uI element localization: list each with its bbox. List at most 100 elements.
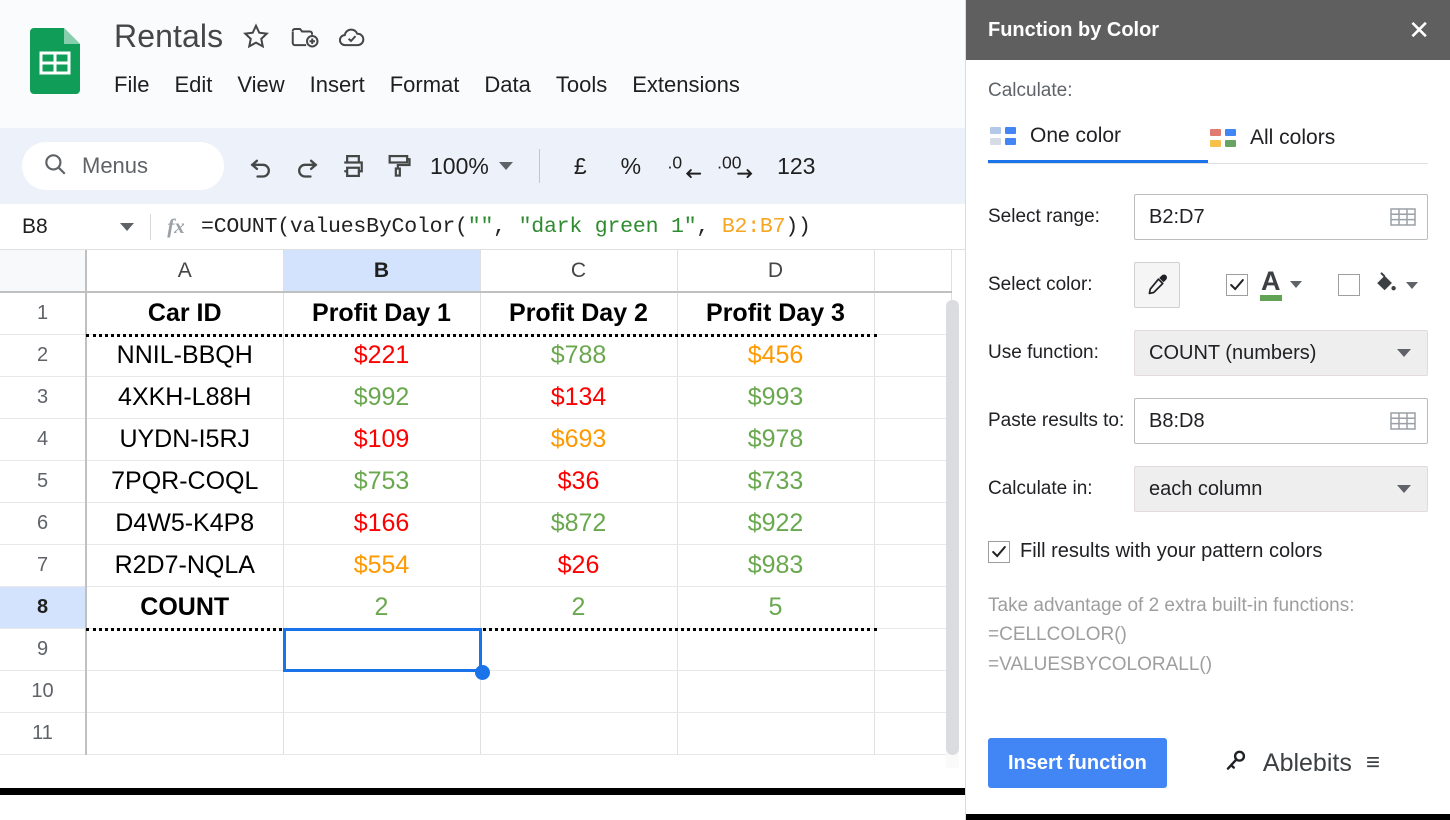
fill-color-checkbox[interactable]	[1337, 274, 1360, 296]
fill-results-checkbox[interactable]	[988, 540, 1010, 563]
select-range-input[interactable]: B2:D7	[1134, 194, 1428, 240]
fill-results-row[interactable]: Fill results with your pattern colors	[988, 540, 1428, 563]
percent-format-button[interactable]: %	[603, 153, 659, 180]
column-header-d[interactable]: D	[677, 250, 875, 293]
font-color-button[interactable]: A	[1260, 267, 1302, 302]
search-menus-input[interactable]: Menus	[22, 142, 224, 190]
print-icon[interactable]	[330, 143, 376, 189]
chevron-down-icon[interactable]	[1289, 281, 1302, 289]
menu-item-tools[interactable]: Tools	[556, 72, 607, 98]
column-header-a[interactable]: A	[86, 250, 284, 293]
cell-d8[interactable]: 5	[677, 586, 875, 629]
cell-b6[interactable]: $166	[283, 502, 481, 545]
cell-a8[interactable]: COUNT	[86, 586, 284, 629]
column-header-c[interactable]: C	[480, 250, 678, 293]
chevron-down-icon[interactable]	[1405, 281, 1418, 289]
decrease-decimal-button[interactable]: .0	[659, 143, 711, 189]
row-header-7[interactable]: 7	[0, 544, 87, 587]
cell-e7[interactable]	[874, 544, 952, 587]
row-header-2[interactable]: 2	[0, 334, 87, 377]
cell-c9[interactable]	[480, 628, 678, 671]
column-header-e[interactable]	[874, 250, 952, 293]
eyedropper-icon[interactable]	[1134, 262, 1180, 308]
move-to-folder-icon[interactable]	[289, 22, 319, 52]
fill-handle[interactable]	[475, 665, 490, 680]
cell-b7[interactable]: $554	[283, 544, 481, 587]
paste-results-input[interactable]: B8:D8	[1134, 398, 1428, 444]
cell-a7[interactable]: R2D7-NQLA	[86, 544, 284, 587]
row-header-10[interactable]: 10	[0, 670, 87, 713]
zoom-selector[interactable]: 100%	[422, 153, 521, 180]
cell-a5[interactable]: 7PQR-COQL	[86, 460, 284, 503]
column-header-b[interactable]: B	[283, 250, 481, 293]
cell-a4[interactable]: UYDN-I5RJ	[86, 418, 284, 461]
row-header-1[interactable]: 1	[0, 292, 87, 335]
cell-b2[interactable]: $221	[283, 334, 481, 377]
currency-format-button[interactable]: £	[558, 153, 603, 180]
increase-decimal-button[interactable]: .00	[711, 143, 763, 189]
cell-e2[interactable]	[874, 334, 952, 377]
cell-e1[interactable]	[874, 292, 952, 335]
font-color-checkbox[interactable]	[1226, 274, 1248, 296]
tab-one-color[interactable]: One color	[988, 118, 1208, 164]
cell-c6[interactable]: $872	[480, 502, 678, 545]
formula-input[interactable]: =COUNT(valuesByColor("", "dark green 1",…	[201, 215, 811, 239]
cell-e8[interactable]	[874, 586, 952, 629]
row-header-8[interactable]: 8	[0, 586, 87, 629]
menu-item-edit[interactable]: Edit	[174, 72, 212, 98]
cell-a10[interactable]	[86, 670, 284, 713]
paint-format-icon[interactable]	[376, 143, 422, 189]
cell-b5[interactable]: $753	[283, 460, 481, 503]
vertical-scrollbar[interactable]	[946, 300, 959, 768]
use-function-select[interactable]: COUNT (numbers)	[1134, 330, 1428, 376]
saved-to-drive-icon[interactable]	[337, 22, 367, 52]
menu-item-data[interactable]: Data	[484, 72, 530, 98]
cell-c3[interactable]: $134	[480, 376, 678, 419]
cell-c7[interactable]: $26	[480, 544, 678, 587]
cell-a3[interactable]: 4XKH-L88H	[86, 376, 284, 419]
cell-c8[interactable]: 2	[480, 586, 678, 629]
row-header-11[interactable]: 11	[0, 712, 87, 755]
cell-d11[interactable]	[677, 712, 875, 755]
fill-color-button[interactable]	[1372, 270, 1418, 301]
cell-a11[interactable]	[86, 712, 284, 755]
cell-d9[interactable]	[677, 628, 875, 671]
cell-c2[interactable]: $788	[480, 334, 678, 377]
cell-b1[interactable]: Profit Day 1	[283, 292, 481, 335]
number-format-button[interactable]: 123	[763, 153, 829, 180]
tab-all-colors[interactable]: All colors	[1208, 118, 1428, 164]
select-all-corner[interactable]	[0, 250, 87, 293]
cell-d2[interactable]: $456	[677, 334, 875, 377]
cell-d4[interactable]: $978	[677, 418, 875, 461]
cell-e4[interactable]	[874, 418, 952, 461]
cell-b10[interactable]	[283, 670, 481, 713]
cell-c5[interactable]: $36	[480, 460, 678, 503]
undo-icon[interactable]	[238, 143, 284, 189]
cell-e10[interactable]	[874, 670, 952, 713]
cell-a1[interactable]: Car ID	[86, 292, 284, 335]
cell-c1[interactable]: Profit Day 2	[480, 292, 678, 335]
cell-e6[interactable]	[874, 502, 952, 545]
name-box[interactable]: B8	[0, 215, 150, 239]
menu-item-file[interactable]: File	[114, 72, 149, 98]
cell-b11[interactable]	[283, 712, 481, 755]
cell-c10[interactable]	[480, 670, 678, 713]
menu-item-insert[interactable]: Insert	[310, 72, 365, 98]
star-icon[interactable]	[241, 22, 271, 52]
cell-b8[interactable]: 2	[283, 586, 481, 629]
cell-d1[interactable]: Profit Day 3	[677, 292, 875, 335]
row-header-3[interactable]: 3	[0, 376, 87, 419]
row-header-5[interactable]: 5	[0, 460, 87, 503]
cell-b3[interactable]: $992	[283, 376, 481, 419]
cell-c4[interactable]: $693	[480, 418, 678, 461]
cell-d10[interactable]	[677, 670, 875, 713]
cell-e3[interactable]	[874, 376, 952, 419]
cell-e5[interactable]	[874, 460, 952, 503]
ablebits-brand[interactable]: Ablebits ≡	[1223, 748, 1380, 779]
cell-d6[interactable]: $922	[677, 502, 875, 545]
cell-b9[interactable]	[283, 628, 481, 671]
insert-function-button[interactable]: Insert function	[988, 738, 1167, 788]
cell-d5[interactable]: $733	[677, 460, 875, 503]
spreadsheet-grid[interactable]: A B C D 1 Car ID Profit Day 1 Profit Day…	[0, 250, 965, 795]
menu-item-view[interactable]: View	[237, 72, 284, 98]
